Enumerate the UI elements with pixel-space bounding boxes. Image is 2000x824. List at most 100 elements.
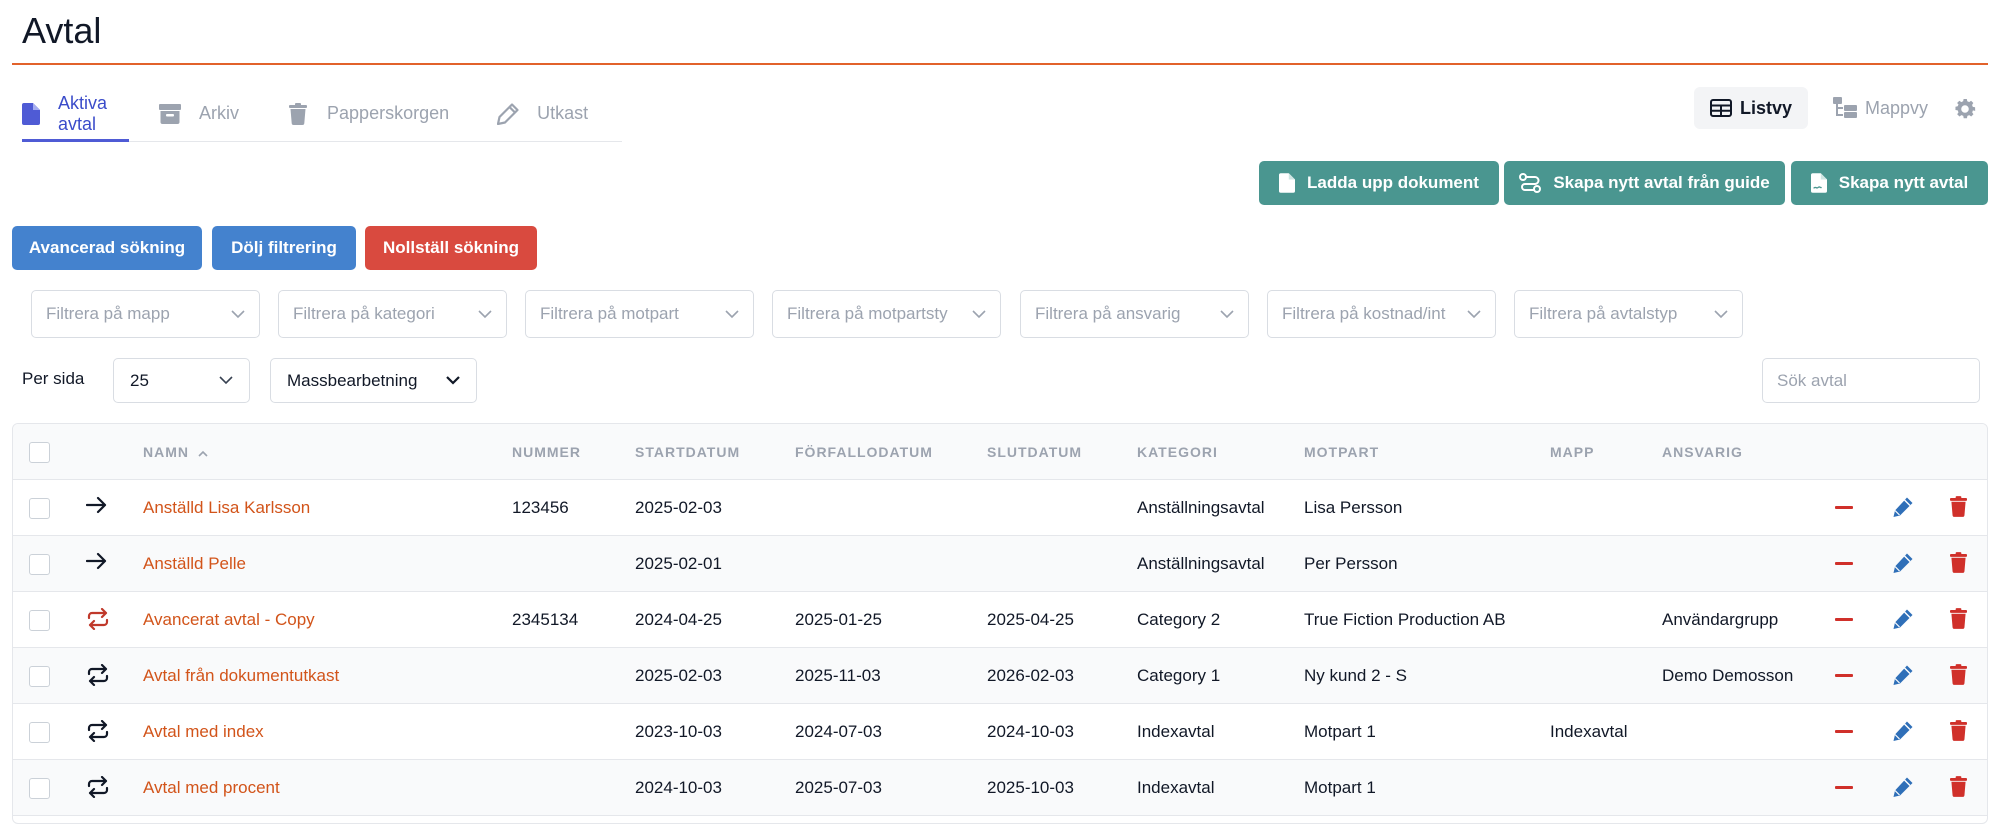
upload-document-label: Ladda upp dokument: [1307, 173, 1479, 192]
per-page-select[interactable]: 25: [113, 358, 250, 403]
filter-responsible-select[interactable]: Filtrera på ansvarig: [1020, 290, 1249, 338]
advanced-search-button[interactable]: Avancerad sökning: [12, 226, 202, 270]
minus-icon[interactable]: [1835, 506, 1853, 510]
edit-pencil-icon[interactable]: [1892, 608, 1914, 630]
row-checkbox[interactable]: [29, 610, 50, 631]
list-view-button[interactable]: Listvy: [1694, 87, 1809, 129]
table-row: Anställd Pelle 2025-02-01 Anställningsav…: [13, 536, 1987, 592]
agreement-name-link[interactable]: Avtal från dokumentutkast: [143, 666, 339, 686]
row-checkbox[interactable]: [29, 722, 50, 743]
agreement-name-link[interactable]: Anställd Lisa Karlsson: [143, 498, 310, 518]
list-view-label: Listvy: [1740, 97, 1793, 118]
upload-document-button[interactable]: Ladda upp dokument: [1259, 161, 1499, 205]
agreement-name-link[interactable]: Avtal med procent: [143, 778, 280, 798]
chevron-down-icon: [219, 376, 233, 385]
create-from-guide-label: Skapa nytt avtal från guide: [1553, 173, 1770, 192]
counterparty: Motpart 1: [1304, 778, 1376, 797]
table-row: Avtal med procent 2024-10-03 2025-07-03 …: [13, 760, 1987, 816]
row-checkbox[interactable]: [29, 554, 50, 575]
minus-icon[interactable]: [1835, 674, 1853, 678]
delete-trash-icon[interactable]: [1950, 664, 1967, 685]
agreement-name-link[interactable]: Avtal med index: [143, 722, 264, 742]
column-header-end[interactable]: SLUTDATUM: [987, 444, 1082, 460]
column-header-start[interactable]: STARTDATUM: [635, 444, 740, 460]
filter-folder-select[interactable]: Filtrera på mapp: [31, 290, 260, 338]
agreement-name-link[interactable]: Avancerat avtal - Copy: [143, 610, 315, 630]
row-checkbox[interactable]: [29, 498, 50, 519]
file-icon: [22, 102, 40, 126]
category: Category 2: [1137, 610, 1221, 629]
filter-cost-select[interactable]: Filtrera på kostnad/int: [1267, 290, 1496, 338]
delete-trash-icon[interactable]: [1950, 608, 1967, 629]
tab-utkast[interactable]: Utkast: [497, 86, 606, 141]
per-page-label: Per sida: [22, 369, 85, 388]
column-header-category[interactable]: KATEGORI: [1137, 444, 1218, 460]
responsible: Demo Demosson: [1662, 666, 1794, 685]
edit-pencil-icon[interactable]: [1892, 776, 1914, 798]
table-header: NAMN NUMMER STARTDATUM FÖRFALLODATUM SLU…: [13, 424, 1987, 480]
minus-icon[interactable]: [1835, 562, 1853, 566]
tab-papperskorgen[interactable]: Papperskorgen: [287, 86, 467, 141]
filter-category-select[interactable]: Filtrera på kategori: [278, 290, 507, 338]
edit-pencil-icon[interactable]: [1892, 552, 1914, 574]
folder-view-button[interactable]: Mappvy: [1817, 87, 1944, 129]
filter-counterparty-select[interactable]: Filtrera på motpart: [525, 290, 754, 338]
chevron-down-icon: [478, 309, 492, 319]
column-header-name[interactable]: NAMN: [143, 444, 208, 460]
edit-pencil-icon[interactable]: [1892, 664, 1914, 686]
delete-trash-icon[interactable]: [1950, 552, 1967, 573]
responsible: Användargrupp: [1662, 610, 1779, 629]
tab-label: Utkast: [537, 103, 589, 123]
edit-pencil-icon[interactable]: [1892, 496, 1914, 518]
settings-gear-icon[interactable]: [1952, 96, 1978, 122]
column-header-number[interactable]: NUMMER: [512, 444, 581, 460]
create-from-guide-button[interactable]: Skapa nytt avtal från guide: [1504, 161, 1785, 205]
archive-icon: [159, 102, 182, 126]
tab-arkiv[interactable]: Arkiv: [159, 86, 257, 141]
tab-label: Papperskorgen: [327, 103, 450, 123]
due-date: 2025-11-03: [795, 666, 881, 685]
tab-label: Arkiv: [199, 103, 240, 123]
counterparty: Per Persson: [1304, 554, 1398, 573]
create-agreement-button[interactable]: Skapa nytt avtal: [1791, 161, 1988, 205]
route-icon: [1519, 173, 1542, 193]
tab-label: Aktiva avtal: [58, 92, 108, 134]
tab-aktiva-avtal[interactable]: Aktiva avtal: [22, 86, 130, 142]
hide-filter-button[interactable]: Dölj filtrering: [212, 226, 356, 270]
agreement-name-link[interactable]: Anställd Pelle: [143, 554, 246, 574]
select-all-checkbox[interactable]: [29, 442, 50, 463]
delete-trash-icon[interactable]: [1950, 496, 1967, 517]
delete-trash-icon[interactable]: [1950, 720, 1967, 741]
arrow-right-icon: [86, 496, 108, 514]
filter-label: Filtrera på kategori: [293, 304, 435, 323]
file-signature-icon: [1810, 173, 1827, 193]
filter-label: Filtrera på ansvarig: [1035, 304, 1181, 323]
delete-trash-icon[interactable]: [1950, 776, 1967, 797]
bulk-edit-dropdown[interactable]: Massbearbetning: [270, 358, 477, 403]
search-input[interactable]: [1762, 358, 1980, 403]
edit-pencil-icon[interactable]: [1892, 720, 1914, 742]
minus-icon[interactable]: [1835, 786, 1853, 790]
repeat-icon: [86, 776, 110, 798]
due-date: 2025-01-25: [795, 610, 882, 629]
column-header-folder[interactable]: MAPP: [1550, 444, 1594, 460]
column-header-party[interactable]: MOTPART: [1304, 444, 1379, 460]
row-checkbox[interactable]: [29, 778, 50, 799]
chevron-down-icon: [725, 309, 739, 319]
minus-icon[interactable]: [1835, 618, 1853, 622]
table-row: Anställd Lisa Karlsson 123456 2025-02-03…: [13, 480, 1987, 536]
folder-view-label: Mappvy: [1865, 97, 1929, 118]
filter-agreement-type-select[interactable]: Filtrera på avtalstyp: [1514, 290, 1743, 338]
column-header-responsible[interactable]: ANSVARIG: [1662, 444, 1743, 460]
reset-search-button[interactable]: Nollställ sökning: [365, 226, 537, 270]
table-row: Avtal med index 2023-10-03 2024-07-03 20…: [13, 704, 1987, 760]
filter-counterparty-type-select[interactable]: Filtrera på motpartsty: [772, 290, 1001, 338]
end-date: 2025-04-25: [987, 610, 1074, 629]
repeat-icon: [86, 608, 110, 630]
category: Category 1: [1137, 666, 1221, 685]
start-date: 2024-04-25: [635, 610, 722, 629]
column-header-due[interactable]: FÖRFALLODATUM: [795, 444, 933, 460]
bulk-edit-label: Massbearbetning: [287, 370, 418, 390]
minus-icon[interactable]: [1835, 730, 1853, 734]
row-checkbox[interactable]: [29, 666, 50, 687]
